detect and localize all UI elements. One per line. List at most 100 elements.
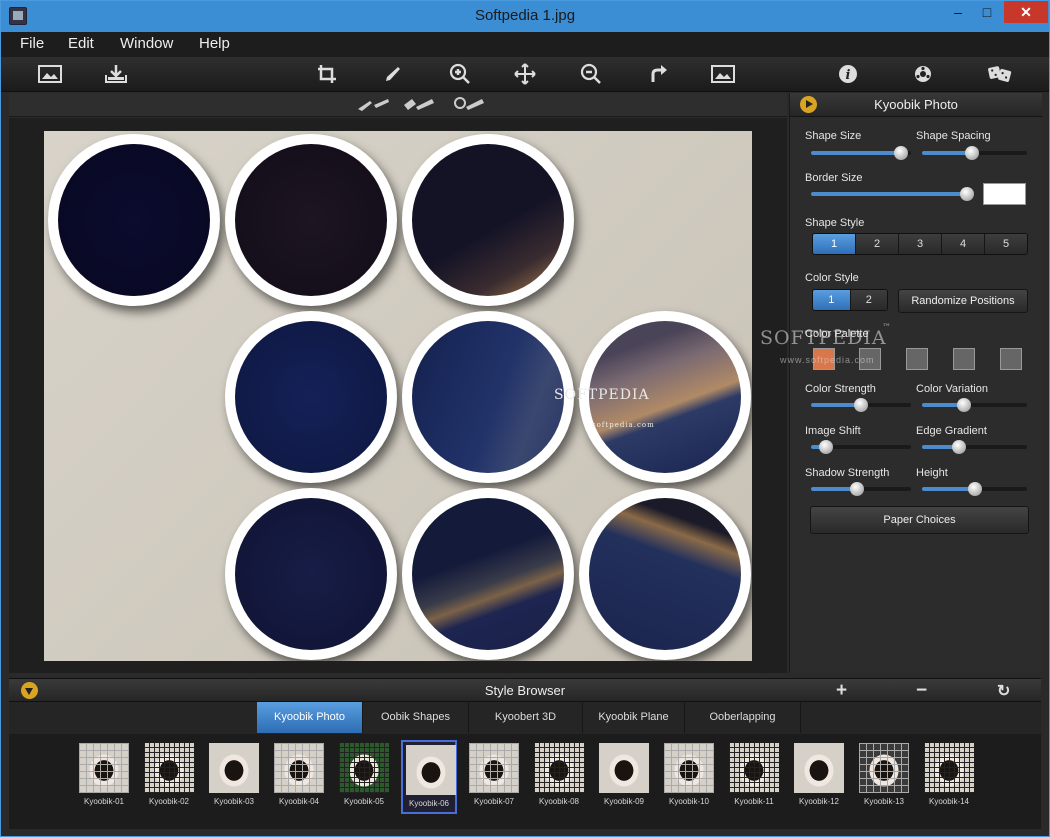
palette-swatch[interactable]: [1000, 348, 1022, 370]
style-thumbnail[interactable]: Kyoobik-07: [466, 740, 522, 814]
style-thumbnail[interactable]: Kyoobik-05: [336, 740, 392, 814]
shadow-strength-slider[interactable]: [811, 482, 911, 496]
zoom-out-icon[interactable]: [576, 60, 606, 88]
tab-kyoobert-3d[interactable]: Kyoobert 3D: [469, 702, 583, 733]
window-title: Softpedia 1.jpg: [474, 7, 576, 24]
thumbnail-label: Kyoobik-09: [603, 797, 645, 806]
style-thumbnail[interactable]: Kyoobik-14: [921, 740, 977, 814]
style-thumbnail[interactable]: Kyoobik-09: [596, 740, 652, 814]
style-thumbnail[interactable]: Kyoobik-04: [271, 740, 327, 814]
redo-icon[interactable]: [643, 60, 673, 88]
thumbnail-label: Kyoobik-14: [928, 797, 970, 806]
info-icon[interactable]: i: [833, 60, 863, 88]
tab-kyoobik-photo[interactable]: Kyoobik Photo: [257, 702, 363, 733]
thumbnail-label: Kyoobik-05: [343, 797, 385, 806]
style-thumbnail[interactable]: Kyoobik-01: [76, 740, 132, 814]
photo-circle[interactable]: [402, 134, 574, 306]
panel-title: Kyoobik Photo: [874, 97, 958, 112]
move-icon[interactable]: [510, 60, 540, 88]
style-thumbnail[interactable]: Kyoobik-02: [141, 740, 197, 814]
color-style-option[interactable]: 2: [850, 290, 887, 310]
minimize-button[interactable]: –: [943, 1, 973, 23]
thumbnail-image: [924, 743, 974, 793]
photo-circle[interactable]: [225, 488, 397, 660]
menu-window[interactable]: Window: [120, 35, 173, 52]
palette-swatch[interactable]: [906, 348, 928, 370]
photo-circle[interactable]: [225, 134, 397, 306]
photo-circle[interactable]: [402, 311, 574, 483]
photo-circle[interactable]: [579, 488, 751, 660]
style-thumbnail[interactable]: Kyoobik-06: [401, 740, 457, 814]
brush-tool-3-icon[interactable]: [452, 95, 488, 113]
color-variation-slider[interactable]: [922, 398, 1027, 412]
open-image-icon[interactable]: [35, 60, 65, 88]
maximize-button[interactable]: □: [973, 1, 1001, 23]
shape-style-option[interactable]: 3: [899, 234, 942, 254]
color-style-selector: 1 2: [812, 289, 888, 311]
remove-style-icon[interactable]: −: [916, 680, 927, 702]
height-slider[interactable]: [922, 482, 1027, 496]
watermark-center: SOFTPEDIA: [554, 387, 650, 403]
photo-circle[interactable]: [402, 488, 574, 660]
thumbnail-image: [664, 743, 714, 793]
color-style-option[interactable]: 1: [813, 290, 851, 310]
style-thumbnail[interactable]: Kyoobik-08: [531, 740, 587, 814]
color-strength-slider[interactable]: [811, 398, 911, 412]
style-thumbnail[interactable]: Kyoobik-03: [206, 740, 262, 814]
style-thumbnail[interactable]: Kyoobik-11: [726, 740, 782, 814]
retouch-icon[interactable]: [378, 60, 408, 88]
menu-bar: File Edit Window Help: [1, 32, 1049, 57]
style-thumbnail[interactable]: Kyoobik-12: [791, 740, 847, 814]
settings-icon[interactable]: [908, 60, 938, 88]
shape-style-option[interactable]: 4: [942, 234, 985, 254]
dice-icon[interactable]: [985, 60, 1015, 88]
title-bar[interactable]: Softpedia 1.jpg – □ ✕: [1, 1, 1049, 32]
border-size-slider[interactable]: [811, 187, 974, 201]
tab-ooberlapping[interactable]: Ooberlapping: [685, 702, 801, 733]
shape-style-option[interactable]: 5: [985, 234, 1027, 254]
palette-swatch[interactable]: [953, 348, 975, 370]
shape-spacing-slider[interactable]: [922, 146, 1027, 160]
style-thumbnail[interactable]: Kyoobik-13: [856, 740, 912, 814]
randomize-positions-button[interactable]: Randomize Positions: [898, 289, 1028, 313]
shape-spacing-label: Shape Spacing: [916, 130, 991, 142]
image-shift-slider[interactable]: [811, 440, 911, 454]
shape-style-option[interactable]: 1: [813, 234, 856, 254]
thumbnail-image: [534, 743, 584, 793]
color-strength-label: Color Strength: [805, 383, 876, 395]
fit-image-icon[interactable]: [708, 60, 738, 88]
menu-edit[interactable]: Edit: [68, 35, 94, 52]
edge-gradient-slider[interactable]: [922, 440, 1027, 454]
thumbnail-image: [469, 743, 519, 793]
menu-file[interactable]: File: [20, 35, 44, 52]
canvas-area[interactable]: SOFTPEDIA softpedia.com: [9, 118, 787, 673]
zoom-in-icon[interactable]: [445, 60, 475, 88]
refresh-icon[interactable]: ↻: [997, 681, 1010, 701]
close-button[interactable]: ✕: [1004, 1, 1048, 23]
save-icon[interactable]: [101, 60, 131, 88]
shape-style-option[interactable]: 2: [856, 234, 899, 254]
thumbnail-image: [144, 743, 194, 793]
brush-toolbar: [9, 93, 787, 117]
crop-icon[interactable]: [312, 60, 342, 88]
brush-tool-2-icon[interactable]: [402, 95, 438, 113]
photo-circle[interactable]: [48, 134, 220, 306]
collage-canvas[interactable]: SOFTPEDIA softpedia.com: [44, 131, 752, 661]
style-thumbnails: Kyoobik-01 Kyoobik-02 Kyoobik-03 Kyoobik-04…: [9, 734, 1041, 829]
color-style-label: Color Style: [805, 272, 859, 284]
thumbnail-label: Kyoobik-04: [278, 797, 320, 806]
border-color-swatch[interactable]: [983, 183, 1026, 205]
add-style-icon[interactable]: +: [836, 680, 847, 702]
style-browser-header: Style Browser + − ↻: [9, 678, 1041, 702]
tab-oobik-shapes[interactable]: Oobik Shapes: [363, 702, 469, 733]
brush-tool-1-icon[interactable]: [356, 95, 392, 113]
menu-help[interactable]: Help: [199, 35, 230, 52]
photo-circle[interactable]: [225, 311, 397, 483]
tab-kyoobik-plane[interactable]: Kyoobik Plane: [583, 702, 685, 733]
thumbnail-image: [79, 743, 129, 793]
thumbnail-image: [729, 743, 779, 793]
paper-choices-button[interactable]: Paper Choices: [810, 506, 1029, 534]
shape-size-slider[interactable]: [811, 146, 911, 160]
style-thumbnail[interactable]: Kyoobik-10: [661, 740, 717, 814]
style-browser-title: Style Browser: [484, 683, 566, 698]
